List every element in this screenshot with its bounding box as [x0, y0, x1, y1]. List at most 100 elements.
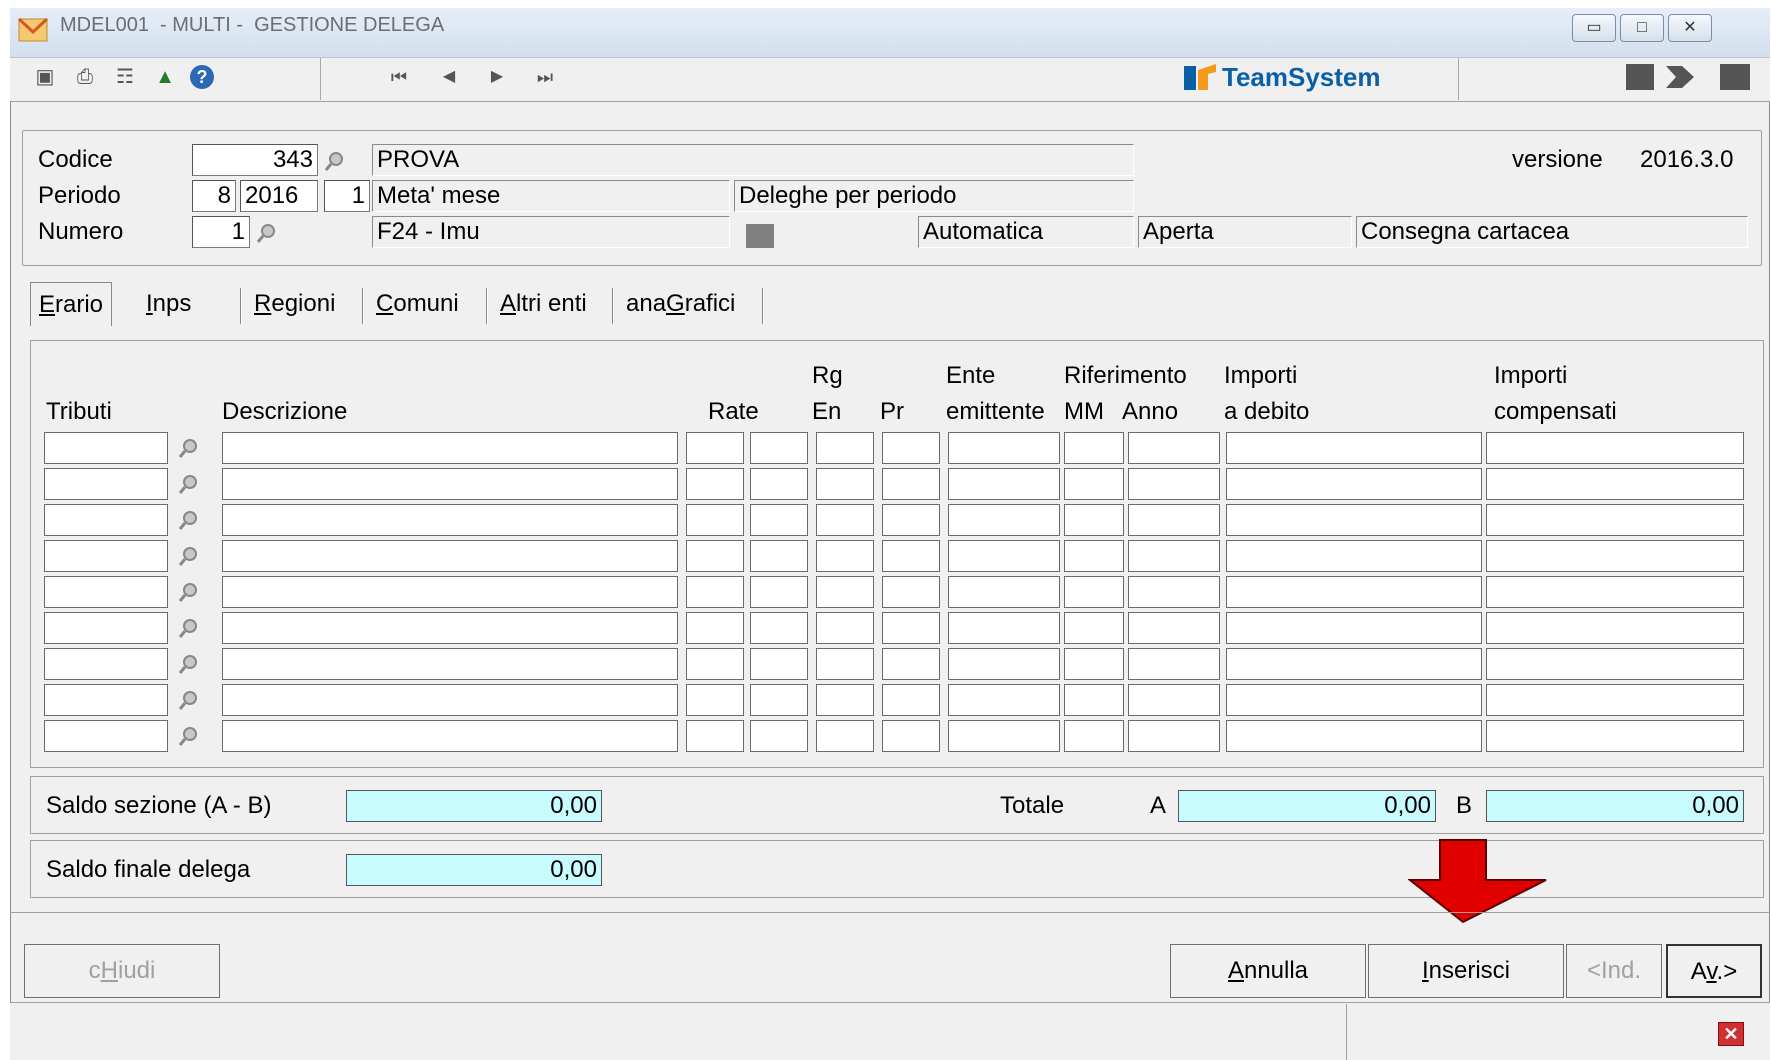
ente-input[interactable]: [948, 432, 1060, 464]
mm-input[interactable]: [1064, 540, 1124, 572]
rate2-input[interactable]: [750, 684, 808, 716]
importo-compensato-input[interactable]: [1486, 648, 1744, 680]
importo-debito-input[interactable]: [1226, 576, 1482, 608]
tributo-input[interactable]: [44, 576, 168, 608]
rate2-input[interactable]: [750, 648, 808, 680]
search-icon[interactable]: [178, 581, 200, 603]
export-icon[interactable]: ▲: [152, 64, 178, 90]
pr-input[interactable]: [882, 648, 940, 680]
rate2-input[interactable]: [750, 504, 808, 536]
codice-input[interactable]: 343: [192, 144, 318, 176]
tributo-input[interactable]: [44, 612, 168, 644]
rate-input[interactable]: [686, 468, 744, 500]
mm-input[interactable]: [1064, 468, 1124, 500]
mm-input[interactable]: [1064, 576, 1124, 608]
importo-debito-input[interactable]: [1226, 612, 1482, 644]
descrizione-input[interactable]: [222, 684, 678, 716]
rate2-input[interactable]: [750, 468, 808, 500]
anno-input[interactable]: [1128, 720, 1220, 752]
rate2-input[interactable]: [750, 612, 808, 644]
anno-input[interactable]: [1128, 684, 1220, 716]
descrizione-input[interactable]: [222, 720, 678, 752]
search-icon[interactable]: [178, 617, 200, 639]
rate-input[interactable]: [686, 648, 744, 680]
inserisci-button[interactable]: Inserisci: [1368, 944, 1564, 998]
rate-input[interactable]: [686, 720, 744, 752]
pr-input[interactable]: [882, 540, 940, 572]
importo-debito-input[interactable]: [1226, 432, 1482, 464]
tab-erario[interactable]: Erario: [30, 282, 113, 326]
periodo-numero-input[interactable]: 1: [324, 180, 370, 212]
anno-input[interactable]: [1128, 576, 1220, 608]
tributo-input[interactable]: [44, 648, 168, 680]
rate2-input[interactable]: [750, 432, 808, 464]
rg-input[interactable]: [816, 612, 874, 644]
anno-input[interactable]: [1128, 612, 1220, 644]
periodo-mese-input[interactable]: 8: [192, 180, 236, 212]
search-icon[interactable]: [256, 222, 278, 244]
stop-icon[interactable]: [1720, 64, 1750, 90]
pr-input[interactable]: [882, 576, 940, 608]
rate-input[interactable]: [686, 432, 744, 464]
pr-input[interactable]: [882, 504, 940, 536]
mm-input[interactable]: [1064, 720, 1124, 752]
clipboard-icon[interactable]: ☶: [112, 64, 138, 90]
first-record-icon[interactable]: ⏮: [386, 64, 412, 90]
tab-regioni[interactable]: Regioni: [246, 282, 343, 326]
help-icon[interactable]: ?: [190, 65, 214, 89]
importo-debito-input[interactable]: [1226, 648, 1482, 680]
importo-debito-input[interactable]: [1226, 504, 1482, 536]
error-icon[interactable]: ✕: [1718, 1022, 1744, 1046]
pr-input[interactable]: [882, 684, 940, 716]
importo-compensato-input[interactable]: [1486, 432, 1744, 464]
rg-input[interactable]: [816, 540, 874, 572]
maximize-button[interactable]: □: [1620, 14, 1664, 42]
tributo-input[interactable]: [44, 432, 168, 464]
mm-input[interactable]: [1064, 612, 1124, 644]
tributo-input[interactable]: [44, 540, 168, 572]
mm-input[interactable]: [1064, 684, 1124, 716]
importo-compensato-input[interactable]: [1486, 468, 1744, 500]
rate-input[interactable]: [686, 540, 744, 572]
descrizione-input[interactable]: [222, 576, 678, 608]
rate-input[interactable]: [686, 612, 744, 644]
importo-debito-input[interactable]: [1226, 720, 1482, 752]
mm-input[interactable]: [1064, 648, 1124, 680]
rate-input[interactable]: [686, 684, 744, 716]
importo-compensato-input[interactable]: [1486, 684, 1744, 716]
descrizione-input[interactable]: [222, 468, 678, 500]
tab-anagrafici[interactable]: anaGrafici: [618, 282, 743, 326]
importo-debito-input[interactable]: [1226, 468, 1482, 500]
rg-input[interactable]: [816, 468, 874, 500]
importo-compensato-input[interactable]: [1486, 612, 1744, 644]
previous-record-icon[interactable]: ◀: [436, 64, 462, 90]
tab-altri-enti[interactable]: Altri enti: [492, 282, 595, 326]
last-record-icon[interactable]: ⏭: [532, 64, 558, 90]
tributo-input[interactable]: [44, 468, 168, 500]
search-icon[interactable]: [178, 725, 200, 747]
note-icon[interactable]: [746, 224, 774, 248]
descrizione-input[interactable]: [222, 504, 678, 536]
descrizione-input[interactable]: [222, 540, 678, 572]
importo-debito-input[interactable]: [1226, 540, 1482, 572]
importo-compensato-input[interactable]: [1486, 720, 1744, 752]
avanti-button[interactable]: Av.>: [1666, 944, 1762, 998]
ente-input[interactable]: [948, 576, 1060, 608]
annulla-button[interactable]: Annulla: [1170, 944, 1366, 998]
forward-icon[interactable]: [1664, 62, 1696, 92]
pr-input[interactable]: [882, 612, 940, 644]
rg-input[interactable]: [816, 504, 874, 536]
search-icon[interactable]: [178, 545, 200, 567]
rg-input[interactable]: [816, 720, 874, 752]
pr-input[interactable]: [882, 720, 940, 752]
chiudi-button[interactable]: cHiudi: [24, 944, 220, 998]
search-icon[interactable]: [178, 509, 200, 531]
mm-input[interactable]: [1064, 504, 1124, 536]
ente-input[interactable]: [948, 684, 1060, 716]
rg-input[interactable]: [816, 576, 874, 608]
mm-input[interactable]: [1064, 432, 1124, 464]
anno-input[interactable]: [1128, 540, 1220, 572]
periodo-anno-input[interactable]: 2016: [240, 180, 318, 212]
tributo-input[interactable]: [44, 720, 168, 752]
book-icon[interactable]: [1626, 64, 1654, 90]
